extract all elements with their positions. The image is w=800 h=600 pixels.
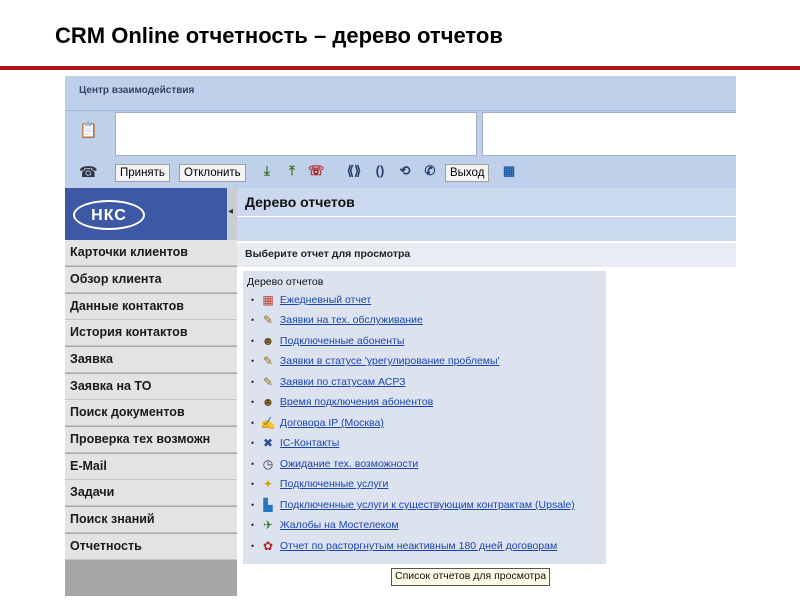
nav-item-document-search[interactable]: Поиск документов — [65, 400, 237, 426]
logo-area: НКС — [65, 188, 227, 240]
report-link[interactable]: Заявки по статусам АСРЗ — [280, 376, 406, 388]
report-link[interactable]: Ежедневный отчет — [280, 294, 371, 306]
bullet-icon: • — [251, 315, 255, 325]
transfer-icon[interactable]: ⟲ — [397, 162, 413, 180]
tree-item: • ✦ Подключенные услуги — [251, 475, 388, 493]
services-chart-icon: ▙ — [263, 498, 273, 512]
ticket-icon: ✎ — [262, 313, 274, 327]
hangup-icon[interactable]: ☏ — [308, 162, 324, 180]
interaction-center-title: Центр взаимодействия — [79, 85, 195, 96]
collapse-arrow-icon[interactable]: ◂ — [228, 206, 233, 217]
clock-icon: ◷ — [262, 457, 274, 471]
contract-icon: ✍ — [260, 416, 276, 430]
slide-title: CRM Online отчетность – дерево отчетов — [55, 23, 503, 48]
left-navigation: НКС ◂ Карточки клиентов Обзор клиента Да… — [65, 188, 237, 596]
report-link[interactable]: Договора IP (Москва) — [280, 417, 384, 429]
tree-item: • ✈ Жалобы на Мостелеком — [251, 516, 399, 534]
ticket-icon: ✎ — [262, 354, 274, 368]
accept-button[interactable]: Принять — [115, 164, 170, 182]
services-icon: ✦ — [262, 477, 274, 491]
contacts-icon: ✖ — [262, 436, 274, 450]
notes-textbox[interactable] — [115, 112, 477, 156]
bullet-icon: • — [251, 479, 255, 489]
bullet-icon: • — [251, 459, 255, 469]
select-bar: Выберите отчет для просмотра — [237, 243, 736, 267]
report-link[interactable]: Время подключения абонентов — [280, 396, 433, 408]
tree-item: • ☻ Время подключения абонентов — [251, 393, 433, 411]
decline-button[interactable]: Отклонить — [179, 164, 246, 182]
nav-item-email[interactable]: E-Mail — [65, 454, 237, 480]
forward-icon[interactable]: ✆ — [422, 162, 438, 180]
tooltip: Список отчетов для просмотра — [391, 568, 551, 586]
bullet-icon: • — [251, 377, 255, 387]
clipboard-icon[interactable]: 📋 — [79, 122, 98, 140]
panel-divider — [65, 110, 736, 111]
bullet-icon: • — [251, 336, 255, 346]
nav-item-tasks[interactable]: Задачи — [65, 480, 237, 506]
calendar-icon: ▦ — [262, 293, 274, 307]
complaint-icon: ✈ — [262, 518, 274, 532]
report-link[interactable]: IC-Контакты — [280, 437, 339, 449]
nav-item-knowledge-search[interactable]: Поиск знаний — [65, 507, 237, 533]
bullet-icon: • — [251, 418, 255, 428]
tree-item: • ▙ Подключенные услуги к существующим ко… — [251, 496, 575, 514]
tree-item: • ✿ Отчет по расторгнутым неактивным 180 … — [251, 537, 557, 555]
bullet-icon: • — [251, 541, 255, 551]
grid-icon[interactable]: ▦ — [501, 162, 517, 180]
hold-icon[interactable]: ⟪⟫ — [346, 162, 362, 180]
bullet-icon: • — [251, 397, 255, 407]
users-icon: ☻ — [261, 334, 275, 348]
nav-item-tech-check[interactable]: Проверка тех возможн — [65, 427, 237, 453]
tree-item: • ✖ IC-Контакты — [251, 434, 339, 452]
terminated-icon: ✿ — [262, 539, 274, 553]
report-link[interactable]: Заявки на тех. обслуживание — [280, 314, 423, 326]
report-link[interactable]: Жалобы на Мостелеком — [280, 519, 399, 531]
bullet-icon: • — [251, 356, 255, 366]
conference-icon[interactable]: () — [372, 162, 388, 180]
select-prompt: Выберите отчет для просмотра — [245, 248, 411, 260]
report-link[interactable]: Ожидание тех. возможности — [280, 458, 418, 470]
users-icon: ☻ — [261, 395, 275, 409]
report-tree-panel: Дерево отчетов • ▦ Ежедневный отчет • ✎ За… — [243, 271, 606, 564]
nav-item-contact-data[interactable]: Данные контактов — [65, 294, 237, 320]
ticket-icon: ✎ — [262, 375, 274, 389]
report-link[interactable]: Отчет по расторгнутым неактивным 180 дне… — [280, 540, 557, 552]
report-link[interactable]: Подключенные абоненты — [280, 335, 404, 347]
bullet-icon: • — [251, 438, 255, 448]
tree-item: • ✍ Договора IP (Москва) — [251, 414, 384, 432]
nav-item-client-cards[interactable]: Карточки клиентов — [65, 240, 237, 266]
upload-icon[interactable]: ⤒ — [284, 162, 300, 180]
download-icon[interactable]: ⤓ — [259, 162, 275, 180]
nav-item-client-overview[interactable]: Обзор клиента — [65, 267, 237, 293]
main-content: Дерево отчетов Выберите отчет для просмо… — [237, 188, 736, 596]
title-divider — [0, 66, 800, 70]
nav-item-reporting[interactable]: Отчетность — [65, 534, 237, 560]
nav-empty-area — [65, 564, 237, 596]
bullet-icon: • — [251, 500, 255, 510]
bullet-icon: • — [251, 295, 255, 305]
tree-item: • ✎ Заявки на тех. обслуживание — [251, 311, 423, 329]
interaction-center-panel: Центр взаимодействия 📋 ☎ Принять Отклони… — [65, 76, 736, 188]
crm-app-window: Центр взаимодействия 📋 ☎ Принять Отклони… — [65, 76, 736, 596]
phone-icon: ☎ — [79, 164, 98, 181]
report-link[interactable]: Заявки в статусе 'урегулирование проблем… — [280, 355, 500, 367]
company-logo: НКС — [73, 200, 145, 230]
tree-item: • ☻ Подключенные абоненты — [251, 332, 404, 350]
nav-item-maintenance-request[interactable]: Заявка на ТО — [65, 374, 237, 400]
bullet-icon: • — [251, 520, 255, 530]
nav-item-request[interactable]: Заявка — [65, 347, 237, 373]
tree-title: Дерево отчетов — [247, 276, 324, 288]
tree-item: • ◷ Ожидание тех. возможности — [251, 455, 418, 473]
report-link[interactable]: Подключенные услуги к существующим контр… — [280, 499, 575, 511]
page-header: Дерево отчетов — [237, 188, 736, 241]
page-title: Дерево отчетов — [245, 194, 355, 210]
tree-item: • ✎ Заявки по статусам АСРЗ — [251, 373, 406, 391]
header-divider — [237, 216, 736, 217]
exit-button[interactable]: Выход — [445, 164, 490, 182]
report-link[interactable]: Подключенные услуги — [280, 478, 388, 490]
info-textbox[interactable] — [482, 112, 736, 156]
nav-item-contact-history[interactable]: История контактов — [65, 320, 237, 346]
tree-item: • ▦ Ежедневный отчет — [251, 291, 371, 309]
tree-item: • ✎ Заявки в статусе 'урегулирование проб… — [251, 352, 500, 370]
